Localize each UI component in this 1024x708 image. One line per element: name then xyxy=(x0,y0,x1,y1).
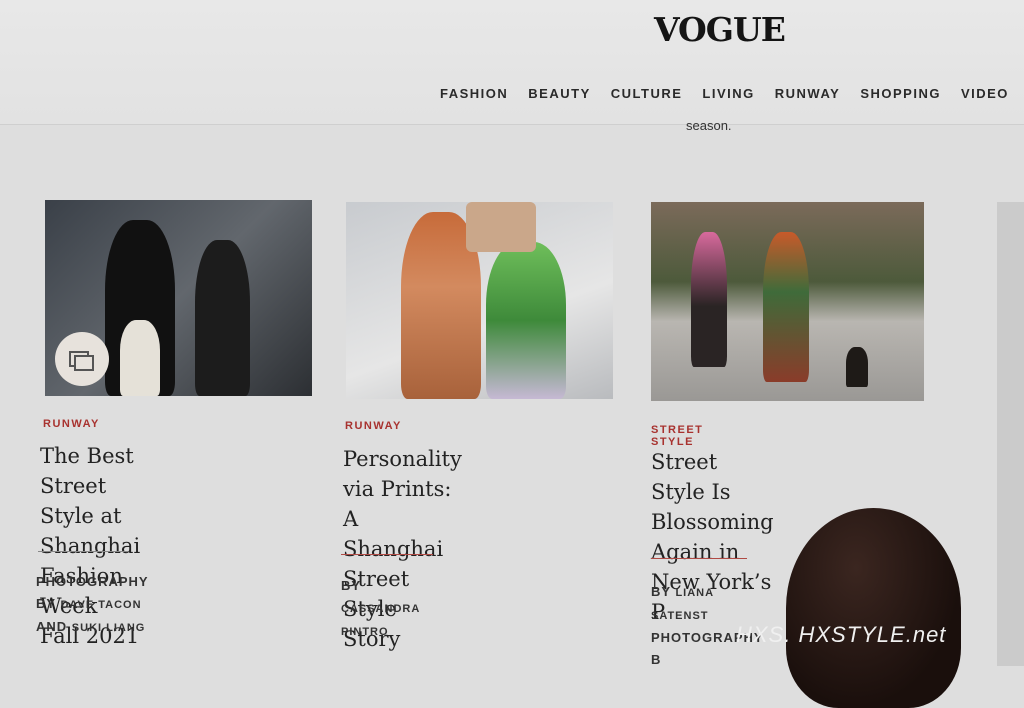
model-figure xyxy=(486,242,566,399)
model-figure xyxy=(691,232,727,367)
nav-culture[interactable]: CULTURE xyxy=(611,86,683,101)
site-header: VOGUE FASHION BEAUTY CULTURE LIVING RUNW… xyxy=(0,0,1024,125)
finger-overlay xyxy=(786,508,961,708)
article-image[interactable] xyxy=(651,202,924,401)
nav-runway[interactable]: RUNWAY xyxy=(775,86,841,101)
byline: BY CASSANDRA PINTRO xyxy=(341,578,420,638)
category-label[interactable]: RUNWAY xyxy=(345,420,402,432)
gallery-icon[interactable] xyxy=(55,332,109,386)
model-figure xyxy=(120,320,160,396)
category-label[interactable]: STREET STYLE xyxy=(651,424,703,448)
main-nav: FASHION BEAUTY CULTURE LIVING RUNWAY SHO… xyxy=(440,86,1009,101)
next-card-edge xyxy=(997,202,1024,666)
model-figure xyxy=(763,232,809,382)
nav-video[interactable]: VIDEO xyxy=(961,86,1009,101)
teaser-fragment: season. xyxy=(686,118,732,133)
nav-beauty[interactable]: BEAUTY xyxy=(528,86,590,101)
model-figure xyxy=(466,202,536,252)
dog-figure xyxy=(846,347,868,387)
model-figure xyxy=(195,240,250,396)
category-label[interactable]: RUNWAY xyxy=(43,418,100,430)
nav-living[interactable]: LIVING xyxy=(702,86,754,101)
divider xyxy=(651,558,747,559)
watermark: HXS. HXSTYLE.net xyxy=(736,622,947,647)
byline: PHOTOGRAPHY BY DAVE TACON AND SUKI LIANG xyxy=(36,574,149,634)
nav-fashion[interactable]: FASHION xyxy=(440,86,508,101)
nav-shopping[interactable]: SHOPPING xyxy=(860,86,941,101)
vogue-logo[interactable]: VOGUE xyxy=(654,10,786,49)
article-image[interactable] xyxy=(346,202,613,399)
divider xyxy=(341,554,433,555)
divider xyxy=(38,551,128,552)
